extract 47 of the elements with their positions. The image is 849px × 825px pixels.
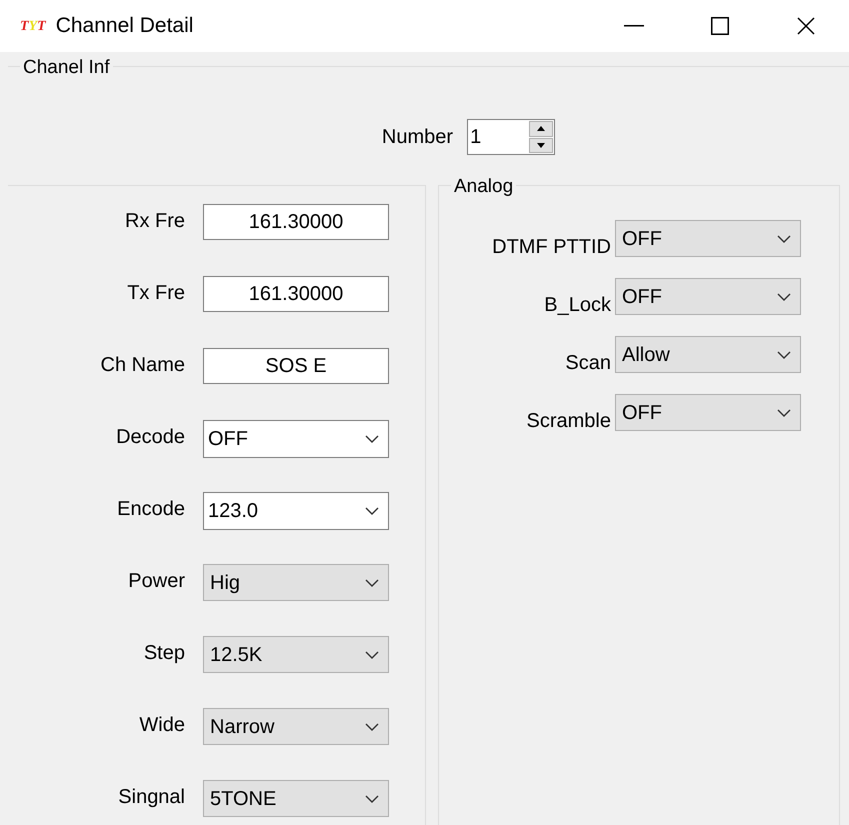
field-label: Ch Name — [100, 353, 185, 378]
dropdown[interactable]: OFF — [615, 394, 801, 431]
maximize-icon — [711, 17, 729, 35]
field-label: DTMF PTTID — [491, 235, 611, 260]
app-logo: TYT — [20, 18, 46, 36]
field-label: Tx Fre — [126, 281, 185, 306]
field-label: Decode — [115, 425, 185, 450]
down-arrow-icon — [537, 142, 546, 148]
text-field[interactable]: 161.30000 — [203, 276, 389, 312]
chevron-down-icon — [776, 350, 792, 360]
field-label: Step — [142, 641, 185, 666]
chevron-down-icon — [364, 722, 380, 732]
up-arrow-icon — [537, 126, 546, 132]
text-field[interactable]: SOS E — [203, 348, 389, 384]
field-label: Scan — [564, 351, 611, 376]
dropdown[interactable]: OFF — [615, 278, 801, 315]
chevron-down-icon — [364, 650, 380, 660]
number-label: Number — [382, 125, 454, 150]
spin-up-button[interactable] — [529, 121, 554, 136]
window-title: Channel Detail — [56, 13, 194, 40]
field-label: Wide — [138, 713, 185, 738]
chevron-down-icon — [364, 794, 380, 804]
number-spinner[interactable]: 1 — [467, 119, 556, 155]
chevron-down-icon — [776, 408, 792, 418]
spin-down-button[interactable] — [529, 138, 554, 153]
close-icon — [797, 17, 815, 35]
field-label: B_Lock — [543, 293, 611, 318]
field-label: Encode — [116, 497, 185, 522]
dropdown[interactable]: OFF — [615, 220, 801, 257]
dropdown[interactable]: Narrow — [203, 708, 389, 745]
dropdown[interactable]: 12.5K — [203, 636, 389, 673]
dropdown[interactable]: 5TONE — [203, 780, 389, 817]
combo-box[interactable]: OFF — [203, 420, 389, 458]
combo-box[interactable]: 123.0 — [203, 492, 389, 530]
minimize-icon — [624, 25, 644, 27]
chevron-down-icon — [364, 506, 380, 516]
chevron-down-icon — [776, 234, 792, 244]
field-label: Scramble — [526, 409, 611, 434]
field-label: Singnal — [117, 785, 185, 810]
chevron-down-icon — [364, 578, 380, 588]
chevron-down-icon — [776, 292, 792, 302]
dropdown[interactable]: Allow — [615, 336, 801, 373]
text-field[interactable]: 161.30000 — [203, 204, 389, 240]
field-label: Rx Fre — [124, 209, 185, 234]
dropdown[interactable]: Hig — [203, 564, 389, 601]
chevron-down-icon — [364, 434, 380, 444]
field-label: Power — [127, 569, 185, 594]
